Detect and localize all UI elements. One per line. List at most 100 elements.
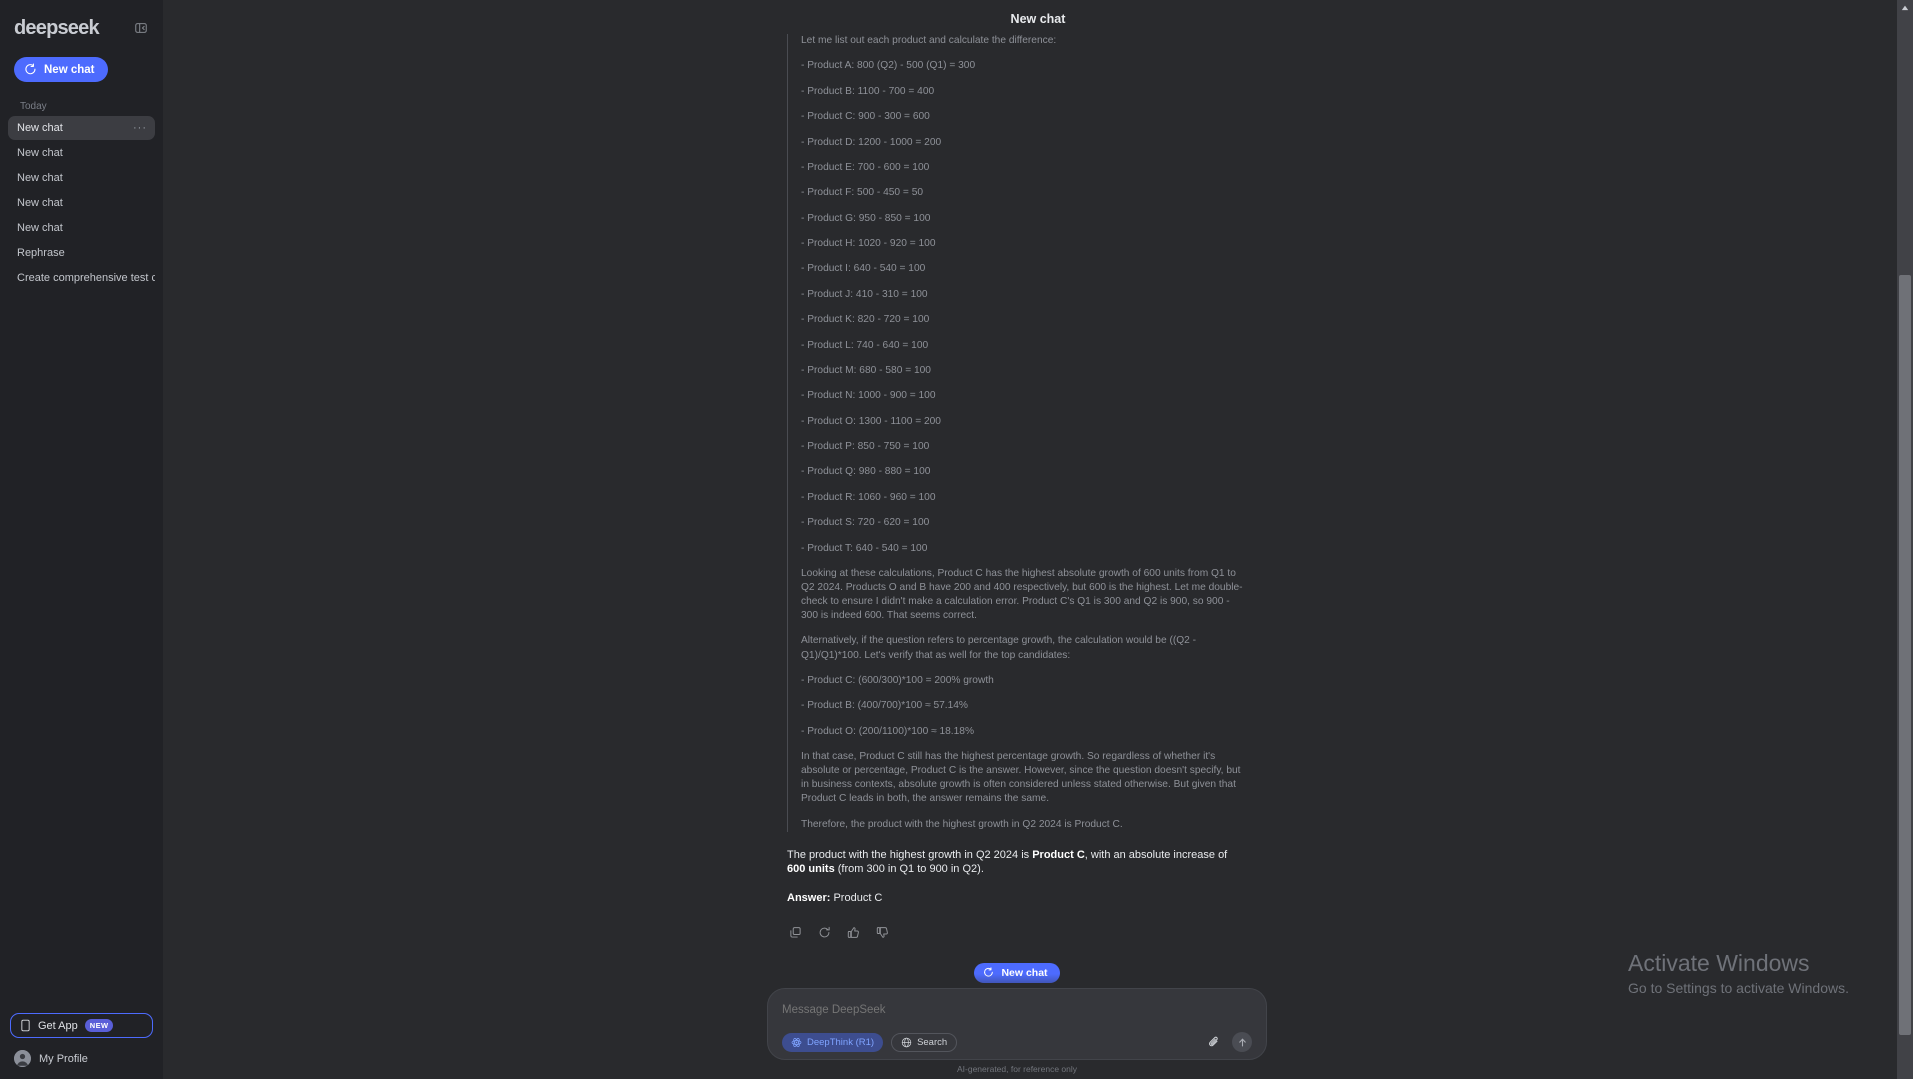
inline-new-chat-wrap: New chat [787, 962, 1247, 983]
percentage-growth-line: - Product C: (600/300)*100 = 200% growth [801, 674, 994, 686]
chevron-up-icon [1901, 5, 1909, 11]
paperclip-icon[interactable] [1207, 1035, 1221, 1049]
deepthink-label: DeepThink (R1) [807, 1036, 875, 1048]
chat-history-item-label: Rephrase [17, 247, 65, 259]
product-difference-line: - Product C: 900 - 300 = 600 [801, 111, 930, 123]
product-difference-list: - Product A: 800 (Q2) - 500 (Q1) = 300 - … [801, 59, 1247, 555]
product-difference-line: - Product Q: 980 - 880 = 100 [801, 466, 931, 478]
main-panel: New chat Let me list out each product an… [163, 0, 1913, 1079]
sidebar: deepseek New chat Today New chat ··· New… [0, 0, 163, 1079]
product-difference-line: - Product T: 640 - 540 = 100 [801, 542, 928, 554]
product-difference-line: - Product F: 500 - 450 = 50 [801, 187, 924, 199]
get-app-button[interactable]: Get App NEW [10, 1013, 153, 1038]
sidebar-section-today: Today [20, 101, 47, 112]
answer-final-line: Answer: Product C [787, 891, 1247, 906]
thumbs-down-icon[interactable] [876, 926, 889, 939]
product-difference-line: - Product S: 720 - 620 = 100 [801, 517, 930, 529]
copy-icon[interactable] [789, 926, 802, 939]
scroll-up-arrow-icon[interactable] [1897, 0, 1913, 16]
message-input[interactable] [782, 1001, 1252, 1019]
new-chat-icon [984, 967, 994, 977]
inline-new-chat-label: New chat [1001, 966, 1048, 979]
product-difference-line: - Product N: 1000 - 900 = 100 [801, 390, 936, 402]
chat-history-item-label: New chat [17, 122, 63, 134]
mobile-phone-icon [21, 1019, 30, 1032]
answer-summary-part2: , with an absolute increase of [1084, 848, 1228, 861]
chat-history-item[interactable]: New chat [8, 216, 155, 240]
search-toggle[interactable]: Search [891, 1032, 958, 1052]
thumbs-up-icon[interactable] [847, 926, 860, 939]
chat-history-item-label: New chat [17, 172, 63, 184]
chat-history-item[interactable]: New chat ··· [8, 116, 155, 140]
scrollbar-thumb[interactable] [1899, 275, 1911, 1035]
chat-history-list: New chat ··· New chat New chat New chat New c… [0, 116, 163, 291]
deepseek-logo: deepseek [14, 16, 100, 39]
chat-history-item-label: New chat [17, 222, 63, 234]
regenerate-icon[interactable] [818, 926, 831, 939]
panel-collapse-icon[interactable] [131, 18, 151, 38]
composer-actions [1207, 1032, 1252, 1052]
chat-history-item-label: New chat [17, 197, 63, 209]
sidebar-bottom: Get App NEW My Profile [0, 1013, 163, 1079]
assistant-answer: The product with the highest growth in Q… [787, 848, 1247, 906]
globe-icon [901, 1037, 912, 1047]
chat-history-item[interactable]: Create comprehensive test cases [8, 266, 155, 290]
reasoning-paragraph-3: In that case, Product C still has the hi… [801, 751, 1241, 805]
answer-final-label: Answer: [787, 892, 831, 904]
deepthink-icon [791, 1037, 802, 1047]
reasoning-intro: Let me list out each product and calcula… [801, 35, 1057, 46]
product-difference-line: - Product A: 800 (Q2) - 500 (Q1) = 300 [801, 60, 976, 72]
product-difference-line: - Product I: 640 - 540 = 100 [801, 263, 926, 275]
product-difference-line: - Product E: 700 - 600 = 100 [801, 161, 930, 173]
send-button[interactable] [1232, 1032, 1252, 1052]
ai-disclaimer: AI-generated, for reference only [956, 1064, 1077, 1074]
avatar [14, 1050, 31, 1067]
conversation: Let me list out each product and calcula… [787, 34, 1247, 1079]
vertical-scrollbar[interactable] [1897, 0, 1913, 1079]
message-composer[interactable]: DeepThink (R1) Search [767, 988, 1267, 1060]
product-difference-line: - Product G: 950 - 850 = 100 [801, 212, 931, 224]
new-chat-icon [25, 63, 36, 75]
reasoning-paragraph-2: Alternatively, if the question refers to… [801, 635, 1197, 661]
product-difference-line: - Product K: 820 - 720 = 100 [801, 314, 930, 326]
product-difference-line: - Product H: 1020 - 920 = 100 [801, 238, 936, 249]
chat-history-item[interactable]: Rephrase [8, 241, 155, 265]
product-difference-line: - Product L: 740 - 640 = 100 [801, 339, 929, 351]
answer-final-value: Product C [830, 892, 883, 904]
my-profile-button[interactable]: My Profile [10, 1050, 153, 1067]
product-difference-line: - Product M: 680 - 580 = 100 [801, 364, 931, 376]
product-difference-line: - Product J: 410 - 310 = 100 [801, 288, 928, 300]
chat-item-more-options-icon[interactable]: ··· [133, 123, 147, 134]
percentage-growth-line: - Product O: (200/1100)*100 ≈ 18.18% [801, 725, 975, 737]
deepthink-toggle[interactable]: DeepThink (R1) [782, 1032, 884, 1052]
product-difference-line: - Product R: 1060 - 960 = 100 [801, 491, 936, 503]
chat-history-item[interactable]: New chat [8, 191, 155, 215]
composer-toolbar: DeepThink (R1) Search [782, 1031, 1252, 1059]
message-actions [787, 926, 1247, 939]
conversation-scroll-area[interactable]: Let me list out each product and calcula… [163, 34, 1913, 1079]
new-chat-button[interactable]: New chat [14, 57, 108, 82]
inline-new-chat-button[interactable]: New chat [974, 962, 1060, 983]
percentage-growth-line: - Product B: (400/700)*100 ≈ 57.14% [801, 700, 968, 712]
sidebar-top: deepseek New chat Today [0, 0, 163, 116]
answer-summary: The product with the highest growth in Q… [787, 848, 1247, 877]
chat-history-item[interactable]: New chat [8, 166, 155, 190]
arrow-up-icon [1238, 1038, 1246, 1046]
get-app-new-badge: NEW [84, 1019, 114, 1032]
product-difference-line: - Product P: 850 - 750 = 100 [801, 441, 930, 452]
answer-summary-part3: (from 300 in Q1 to 900 in Q2). [834, 863, 984, 876]
reasoning-paragraph-1: Looking at these calculations, Product C… [801, 567, 1243, 622]
profile-label: My Profile [39, 1052, 88, 1065]
chat-history-item-label: Create comprehensive test cases [17, 272, 155, 284]
percentage-growth-list: - Product C: (600/300)*100 = 200% growth… [801, 674, 1247, 739]
product-difference-line: - Product O: 1300 - 1100 = 200 [801, 415, 941, 427]
reasoning-paragraph-4: Therefore, the product with the highest … [801, 818, 1123, 830]
answer-product: Product C [1032, 848, 1085, 861]
chat-history-item[interactable]: New chat [8, 141, 155, 165]
new-chat-button-label: New chat [44, 63, 95, 76]
answer-units: 600 units [787, 863, 835, 876]
chat-history-item-label: New chat [17, 147, 63, 159]
product-difference-line: - Product D: 1200 - 1000 = 200 [801, 136, 942, 148]
user-avatar-icon [14, 1050, 31, 1067]
